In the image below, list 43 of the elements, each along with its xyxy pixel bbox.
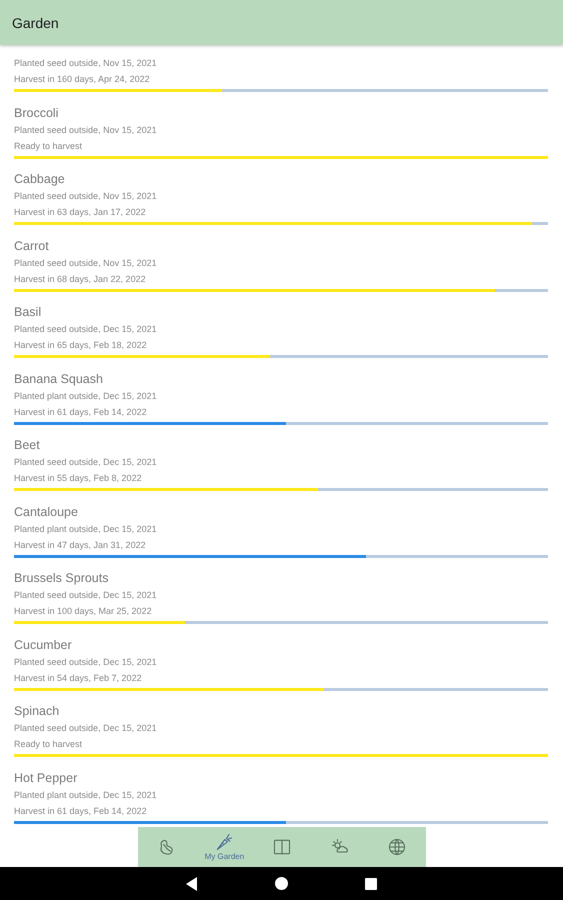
planted-date: Planted seed outside, Dec 15, 2021 [14,656,157,668]
harvest-info: Harvest in 160 days, Apr 24, 2022 [14,73,150,86]
harvest-info: Harvest in 54 days, Feb 7, 2022 [14,672,142,685]
home-icon[interactable] [275,877,288,890]
planted-date: Planted seed outside, Dec 15, 2021 [14,323,157,336]
planted-date: Planted seed outside, Nov 15, 2021 [14,124,157,136]
harvest-info: Harvest in 100 days, Mar 25, 2022 [14,605,152,618]
planted-date: Planted seed outside, Dec 15, 2021 [14,589,157,602]
harvest-info: Harvest in 68 days, Jan 22, 2022 [14,272,146,286]
plant-name[interactable]: Broccoli [14,104,58,122]
harvest-info: Harvest in 63 days, Jan 17, 2022 [14,206,146,219]
nav-tab[interactable]: My Garden [200,829,248,865]
plant-name[interactable]: Beet [14,436,40,454]
planted-date: Planted seed outside, Nov 15, 2021 [14,256,157,270]
app-title: Garden [12,14,59,30]
harvest-info: Harvest in 55 days, Feb 8, 2022 [14,472,142,485]
harvest-info: Harvest in 61 days, Feb 14, 2022 [14,804,147,818]
planted-date: Planted seed outside, Nov 15, 2021 [14,57,157,70]
planted-date: Planted seed outside, Dec 15, 2021 [14,722,157,735]
book-icon [272,837,292,857]
back-icon[interactable] [186,876,198,890]
recents-icon[interactable] [365,878,377,890]
plant-name[interactable]: Cucumber [14,636,72,654]
carrot-icon [214,832,234,852]
harvest-info: Ready to harvest [14,140,82,153]
harvest-info: Harvest in 65 days, Feb 18, 2022 [14,339,147,352]
planted-date: Planted plant outside, Dec 15, 2021 [14,522,157,536]
plant-name[interactable]: Carrot [14,236,49,254]
planted-date: Planted seed outside, Nov 15, 2021 [14,190,157,203]
plant-name[interactable]: Banana Squash [14,370,103,388]
plant-name[interactable]: Spinach [14,702,60,720]
plant-name[interactable]: Cantaloupe [14,502,78,520]
planted-date: Planted plant outside, Dec 15, 2021 [14,390,157,403]
plant-name[interactable]: Cabbage [14,170,65,188]
harvest-info: Harvest in 47 days, Jan 31, 2022 [14,538,146,552]
harvest-info: Ready to harvest [14,738,82,751]
planted-date: Planted plant outside, Dec 15, 2021 [14,788,157,802]
globe-icon [387,837,408,857]
plant-name[interactable]: Hot Pepper [14,768,78,786]
plant-name[interactable]: Brussels Sprouts [14,569,108,587]
plant-name[interactable]: Basil [14,303,42,321]
harvest-info: Harvest in 61 days, Feb 14, 2022 [14,406,147,419]
planted-date: Planted seed outside, Dec 15, 2021 [14,456,157,469]
